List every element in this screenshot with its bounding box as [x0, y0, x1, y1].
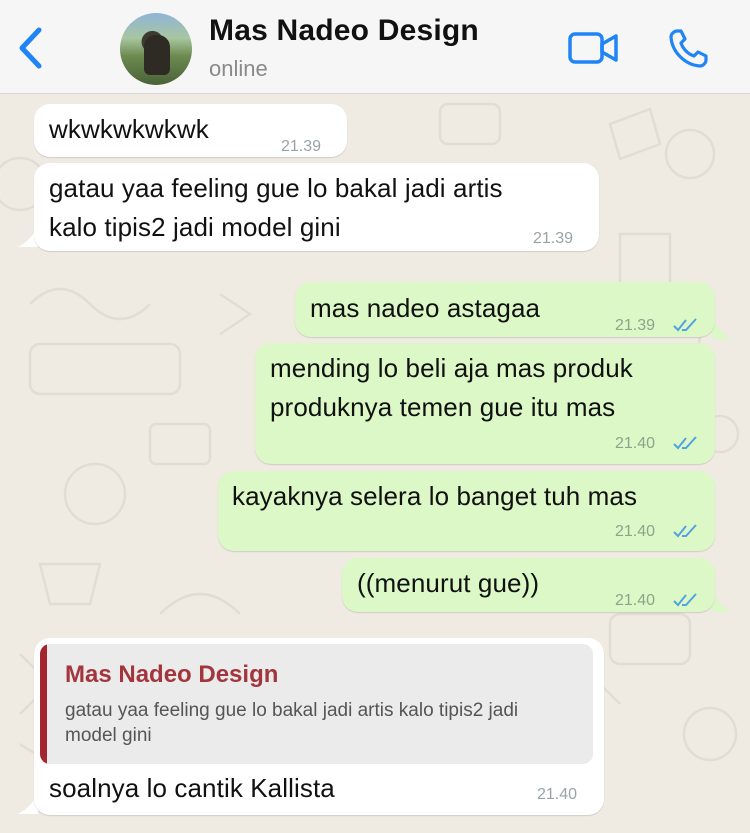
message-text-line: produknya temen gue itu mas — [270, 392, 616, 422]
message-time: 21.39 — [615, 317, 656, 334]
quoted-text: gatau yaa feeling gue lo bakal jadi arti… — [65, 700, 519, 746]
message-text: mas nadeo astagaa — [310, 293, 541, 323]
message-text-line: gatau yaa feeling gue lo bakal jadi arti… — [49, 173, 503, 203]
message-text: wkwkwkwkwk — [49, 114, 209, 144]
message-text-line: mending lo beli aja mas produk — [270, 353, 633, 383]
message-bubble-outgoing[interactable]: kayaknya selera lo banget tuh mas 21.40 — [218, 471, 715, 551]
video-call-icon — [568, 32, 618, 64]
avatar-figure — [144, 35, 170, 75]
message-bubble-incoming[interactable]: wkwkwkwkwk 21.39 — [34, 104, 347, 157]
message-bubble-outgoing[interactable]: mas nadeo astagaa 21.39 — [295, 282, 715, 337]
chat-header: Mas Nadeo Design online — [0, 0, 750, 94]
back-button[interactable] — [14, 24, 48, 72]
message-bubble-outgoing[interactable]: ((menurut gue)) 21.40 — [342, 558, 715, 612]
message-time: 21.40 — [615, 592, 656, 609]
contact-name[interactable]: Mas Nadeo Design — [209, 14, 479, 48]
message-time: 21.40 — [615, 435, 656, 452]
message-bubble-incoming[interactable]: gatau yaa feeling gue lo bakal jadi arti… — [34, 163, 599, 251]
chat-area[interactable]: wkwkwkwkwk 21.39 gatau yaa feeling gue l… — [0, 94, 750, 833]
phone-call-icon — [669, 29, 708, 68]
read-double-check-icon — [673, 436, 697, 450]
quoted-message[interactable]: Mas Nadeo Design gatau yaa feeling gue l… — [40, 644, 593, 764]
message-text: soalnya lo cantik Kallista — [49, 773, 335, 803]
bubble-tail-outgoing — [712, 592, 732, 612]
bubble-tail-outgoing — [712, 319, 732, 339]
voice-call-button[interactable] — [668, 27, 710, 69]
back-chevron-icon — [19, 27, 42, 69]
read-double-check-icon — [673, 318, 697, 332]
message-text-line: kalo tipis2 jadi model gini — [49, 212, 341, 242]
quoted-author: Mas Nadeo Design — [65, 661, 279, 688]
contact-avatar[interactable] — [120, 13, 192, 85]
video-call-button[interactable] — [568, 30, 620, 66]
message-time: 21.40 — [615, 523, 656, 540]
message-time: 21.39 — [281, 138, 322, 155]
message-bubble-outgoing[interactable]: mending lo beli aja mas produk produknya… — [255, 343, 715, 464]
message-text: kayaknya selera lo banget tuh mas — [232, 481, 638, 511]
read-double-check-icon — [673, 524, 697, 538]
read-double-check-icon — [673, 593, 697, 607]
message-time: 21.40 — [537, 786, 578, 803]
contact-status: online — [209, 56, 268, 81]
quote-accent-bar — [40, 644, 47, 764]
message-bubble-incoming-reply[interactable]: Mas Nadeo Design gatau yaa feeling gue l… — [34, 638, 604, 815]
message-time: 21.39 — [533, 230, 574, 247]
message-text: ((menurut gue)) — [357, 568, 540, 598]
